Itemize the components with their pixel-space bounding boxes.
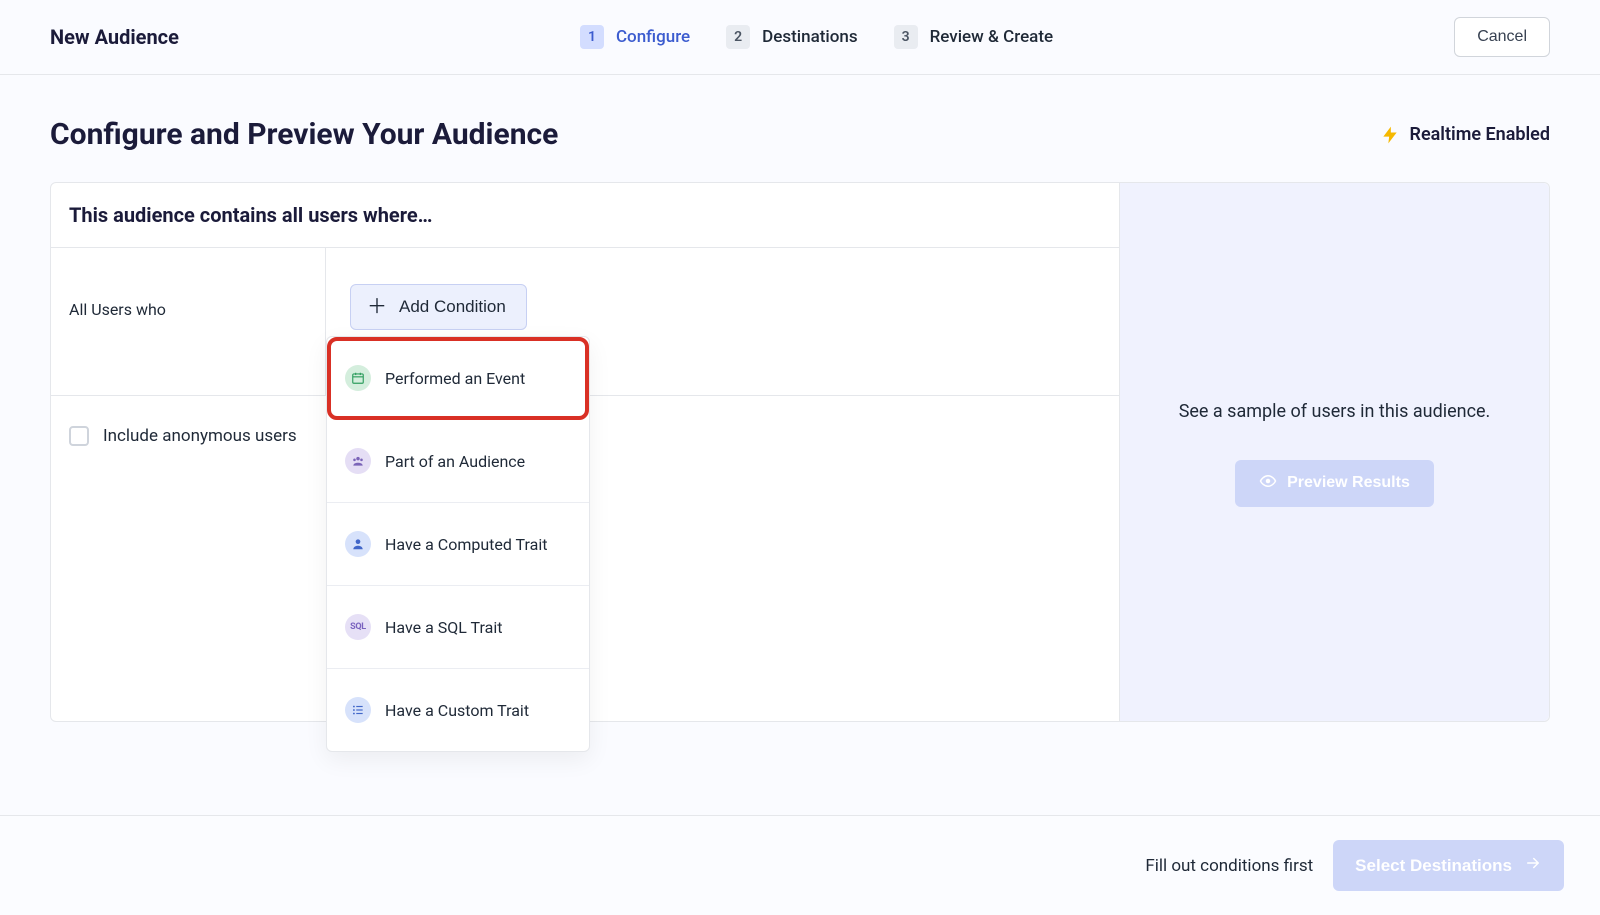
dropdown-item-custom-trait[interactable]: Have a Custom Trait: [327, 669, 589, 751]
preview-text: See a sample of users in this audience.: [1179, 397, 1491, 428]
dropdown-item-label: Part of an Audience: [385, 452, 525, 471]
step-review[interactable]: 3 Review & Create: [894, 25, 1054, 49]
builder-left: This audience contains all users where… …: [51, 183, 1119, 721]
sql-icon: SQL: [345, 614, 371, 640]
add-condition-label: Add Condition: [399, 297, 506, 317]
audience-description: This audience contains all users where…: [51, 183, 1119, 248]
dropdown-item-label: Have a SQL Trait: [385, 618, 502, 637]
preview-results-button[interactable]: Preview Results: [1235, 460, 1434, 507]
select-destinations-button[interactable]: Select Destinations: [1333, 840, 1564, 891]
footer: Fill out conditions first Select Destina…: [0, 815, 1600, 915]
add-condition-button[interactable]: ＋ Add Condition: [350, 284, 527, 330]
step-configure[interactable]: 1 Configure: [580, 25, 690, 49]
bolt-icon: [1380, 123, 1400, 147]
realtime-badge: Realtime Enabled: [1380, 123, 1550, 147]
include-anonymous-label: Include anonymous users: [103, 426, 297, 446]
dropdown-item-computed-trait[interactable]: Have a Computed Trait: [327, 503, 589, 586]
conditions-row: All Users who ＋ Add Condition Performed …: [51, 248, 1119, 396]
plus-icon: ＋: [367, 297, 387, 317]
list-icon: [345, 697, 371, 723]
condition-dropdown: Performed an Event Part of an Audience H…: [326, 336, 590, 752]
include-anonymous-checkbox[interactable]: [69, 426, 89, 446]
dropdown-item-label: Have a Custom Trait: [385, 701, 529, 720]
page-heading: Configure and Preview Your Audience: [50, 117, 558, 152]
calendar-icon: [345, 365, 371, 391]
footer-hint: Fill out conditions first: [1145, 856, 1313, 876]
page-heading-row: Configure and Preview Your Audience Real…: [0, 75, 1600, 182]
step-num: 2: [726, 25, 750, 49]
preview-button-label: Preview Results: [1287, 474, 1410, 492]
step-label: Destinations: [762, 27, 857, 47]
conditions-buttons: ＋ Add Condition Performed an Event: [326, 248, 551, 395]
conditions-prefix: All Users who: [51, 248, 326, 395]
select-destinations-label: Select Destinations: [1355, 856, 1512, 876]
step-label: Configure: [616, 27, 690, 47]
wizard-steps: 1 Configure 2 Destinations 3 Review & Cr…: [580, 25, 1053, 49]
dropdown-item-label: Have a Computed Trait: [385, 535, 547, 554]
user-icon: [345, 531, 371, 557]
builder-card: This audience contains all users where… …: [50, 182, 1550, 722]
eye-icon: [1259, 472, 1277, 495]
dropdown-item-performed-event[interactable]: Performed an Event: [327, 337, 589, 420]
step-destinations[interactable]: 2 Destinations: [726, 25, 857, 49]
dropdown-item-sql-trait[interactable]: SQL Have a SQL Trait: [327, 586, 589, 669]
cancel-button[interactable]: Cancel: [1454, 17, 1550, 57]
header: New Audience 1 Configure 2 Destinations …: [0, 0, 1600, 75]
dropdown-item-part-of-audience[interactable]: Part of an Audience: [327, 420, 589, 503]
step-num: 1: [580, 25, 604, 49]
preview-sidebar: See a sample of users in this audience. …: [1119, 183, 1549, 721]
step-label: Review & Create: [930, 27, 1054, 47]
people-icon: [345, 448, 371, 474]
page-title: New Audience: [50, 25, 179, 49]
realtime-label: Realtime Enabled: [1410, 124, 1550, 145]
arrow-right-icon: [1524, 854, 1542, 877]
dropdown-item-label: Performed an Event: [385, 369, 525, 388]
step-num: 3: [894, 25, 918, 49]
